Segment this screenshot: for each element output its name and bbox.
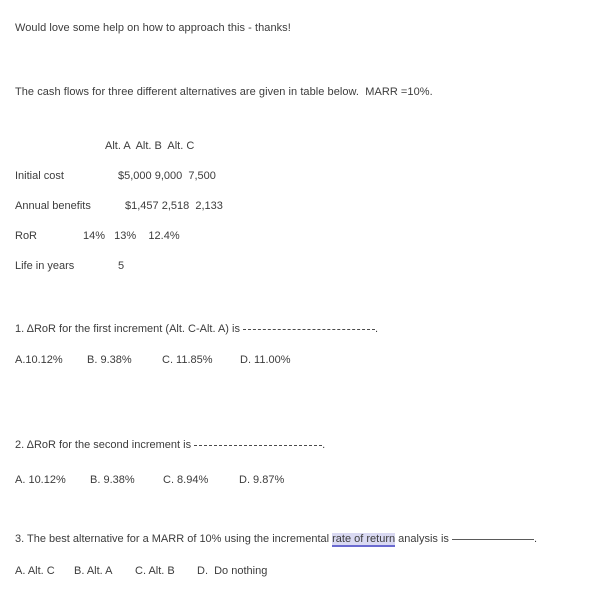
table-row: Life in years 5 xyxy=(15,260,275,290)
problem-statement-text: The cash flows for three different alter… xyxy=(15,86,433,98)
question-1-option-c[interactable]: C. 11.85% xyxy=(162,354,240,367)
question-1-answer-blank[interactable] xyxy=(243,322,376,330)
question-3-option-c[interactable]: C. Alt. B xyxy=(135,565,197,578)
row-label-annual-benefits: Annual benefits xyxy=(15,200,91,212)
row-label-ror: RoR xyxy=(15,230,38,242)
question-1-option-d[interactable]: D. 11.00% xyxy=(240,354,291,367)
question-2-answer-blank[interactable] xyxy=(194,438,323,446)
table-row: Annual benefits $1,457 2,518 2,133 xyxy=(15,200,275,230)
highlighted-phrase[interactable]: rate of return xyxy=(332,533,396,547)
table-column-headers: Alt. A Alt. B Alt. C xyxy=(105,140,195,152)
row-values-initial-cost: $5,000 9,000 7,500 xyxy=(118,170,216,182)
question-2-option-a[interactable]: A. 10.12% xyxy=(15,474,90,487)
intro-request-text: Would love some help on how to approach … xyxy=(15,22,291,34)
row-values-ror: 14% 13% 12.4% xyxy=(83,230,180,242)
question-3-options: A. Alt. C B. Alt. A C. Alt. B D. Do nothing xyxy=(15,565,267,578)
question-3-prompt-text-part1: 3. The best alternative for a MARR of 10… xyxy=(15,533,333,545)
question-3-option-d[interactable]: D. Do nothing xyxy=(197,565,267,578)
question-2-prompt-period: . xyxy=(322,439,326,451)
question-1-options: A.10.12% B. 9.38% C. 11.85% D. 11.00% xyxy=(15,354,291,367)
row-label-initial-cost: Initial cost xyxy=(15,170,64,182)
question-3-prompt-period: . xyxy=(533,533,538,545)
question-1-option-b[interactable]: B. 9.38% xyxy=(87,354,162,367)
cash-flow-table: Alt. A Alt. B Alt. C Initial cost $5,000… xyxy=(15,140,275,290)
question-2-option-c[interactable]: C. 8.94% xyxy=(163,474,239,487)
row-values-annual-benefits: $1,457 2,518 2,133 xyxy=(125,200,223,212)
question-3-prompt-text-part2: analysis is xyxy=(395,533,452,545)
question-2-prompt-text: 2. ΔRoR for the second increment is xyxy=(15,439,195,451)
question-1-prompt: 1. ΔRoR for the first increment (Alt. C-… xyxy=(15,322,378,336)
question-1-option-a[interactable]: A.10.12% xyxy=(15,354,87,367)
question-2-options: A. 10.12% B. 9.38% C. 8.94% D. 9.87% xyxy=(15,474,284,487)
document-page: Would love some help on how to approach … xyxy=(0,0,592,595)
row-values-life-in-years: 5 xyxy=(118,260,125,272)
table-header-row: Alt. A Alt. B Alt. C xyxy=(15,140,275,170)
question-2-prompt: 2. ΔRoR for the second increment is . xyxy=(15,438,325,452)
question-2-option-b[interactable]: B. 9.38% xyxy=(90,474,163,487)
question-2-option-d[interactable]: D. 9.87% xyxy=(239,474,284,487)
question-3-option-b[interactable]: B. Alt. A xyxy=(74,565,135,578)
question-3-option-a[interactable]: A. Alt. C xyxy=(15,565,74,578)
table-row: Initial cost $5,000 9,000 7,500 xyxy=(15,170,275,200)
question-3-answer-blank[interactable] xyxy=(451,532,534,540)
question-1-prompt-period: . xyxy=(375,323,379,335)
row-label-life-in-years: Life in years xyxy=(15,260,75,272)
question-3-prompt: 3. The best alternative for a MARR of 10… xyxy=(15,532,538,547)
table-row: RoR 14% 13% 12.4% xyxy=(15,230,275,260)
question-1-prompt-text: 1. ΔRoR for the first increment (Alt. C-… xyxy=(15,323,244,335)
